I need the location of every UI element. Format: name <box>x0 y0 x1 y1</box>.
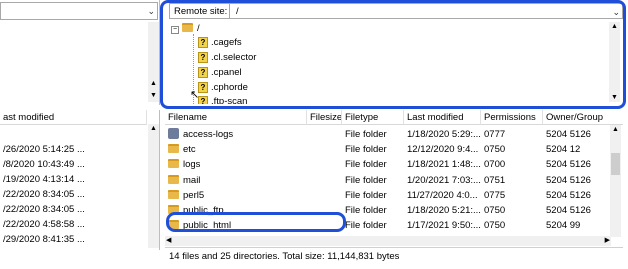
filename-label: access-logs <box>183 129 234 140</box>
filename-label: logs <box>183 159 201 171</box>
cell-perms: 0777 <box>484 129 506 140</box>
remote-list-scrollbar[interactable]: ▲ <box>610 125 621 237</box>
list-item[interactable]: /8/2020 10:43:49 ... <box>3 157 85 172</box>
cell-type: File folder <box>345 205 387 216</box>
list-item[interactable]: /19/2020 4:13:14 ... <box>3 172 85 187</box>
chevron-down-icon[interactable]: ⌄ <box>147 6 155 17</box>
table-row[interactable]: mail File folder 1/20/2021 7:03:... 0751 520… <box>165 173 610 188</box>
cell-perms: 0700 <box>484 159 506 171</box>
folder-icon <box>168 159 179 169</box>
local-tree-scrollbar[interactable]: ▲ ▼ <box>148 22 159 102</box>
column-owner-group[interactable]: Owner/Group <box>543 110 623 125</box>
column-filetype[interactable]: Filetype <box>342 110 404 125</box>
filename-label: perl5 <box>183 189 205 201</box>
folder-icon <box>168 189 179 199</box>
list-item[interactable]: /26/2020 5:14:25 ... <box>3 142 85 157</box>
column-filesize[interactable]: Filesize <box>307 110 342 125</box>
status-bar: 14 files and 25 directories. Total size:… <box>165 247 623 267</box>
column-permissions[interactable]: Permissions <box>481 110 543 125</box>
cell-owner: 5204 5126 <box>546 159 591 171</box>
remote-list-hscrollbar[interactable]: ◀ ▶ <box>165 236 611 246</box>
cell-owner: 5204 99 <box>546 220 581 232</box>
cell-filename: access-logs <box>168 127 306 142</box>
local-list-header: ast modified <box>0 110 147 125</box>
scroll-up-icon[interactable]: ▲ <box>150 80 157 87</box>
table-row[interactable]: access-logs File folder 1/18/2020 5:29:...… <box>165 127 610 142</box>
scroll-down-icon[interactable]: ▼ <box>150 92 157 99</box>
cell-owner: 5204 12 <box>546 144 581 156</box>
cell-perms: 0775 <box>484 189 506 201</box>
cell-modified: 1/20/2021 7:03:... <box>407 174 481 186</box>
cell-type: File folder <box>345 144 387 156</box>
cell-type: File folder <box>345 189 387 201</box>
list-item[interactable]: /22/2020 4:58:58 ... <box>3 217 85 232</box>
cell-perms: 0751 <box>484 174 506 186</box>
table-row[interactable]: perl5 File folder 11/27/2020 4:0... 0775 520… <box>165 188 610 203</box>
local-path-combo[interactable]: ⌄ <box>0 2 158 20</box>
scroll-left-icon[interactable]: ◀ <box>166 236 171 244</box>
column-last-modified[interactable]: ast modified <box>0 110 147 125</box>
column-filename[interactable]: Filename <box>165 110 307 125</box>
cell-type: File folder <box>345 129 387 140</box>
list-item[interactable]: /22/2020 8:34:05 ... <box>3 202 85 217</box>
cell-type: File folder <box>345 174 387 186</box>
cell-modified: 1/18/2021 1:48:... <box>407 159 481 171</box>
column-last-modified[interactable]: Last modified <box>404 110 481 125</box>
public-html-highlight <box>166 212 346 232</box>
cell-filename: logs <box>168 157 306 172</box>
cell-owner: 5204 5126 <box>546 174 591 186</box>
cell-perms: 0750 <box>484 220 506 232</box>
list-item[interactable]: /29/2020 8:41:35 ... <box>3 232 85 247</box>
cell-modified: 11/27/2020 4:0... <box>407 189 478 201</box>
cell-owner: 5204 5126 <box>546 129 591 140</box>
folder-icon <box>168 144 179 154</box>
cell-type: File folder <box>345 159 387 171</box>
scroll-up-icon[interactable]: ▲ <box>150 125 157 132</box>
list-item[interactable]: /22/2020 8:34:05 ... <box>3 187 85 202</box>
cell-owner: 5204 5126 <box>546 189 591 201</box>
filename-label: mail <box>183 174 201 186</box>
cell-filename: mail <box>168 173 306 188</box>
table-row[interactable]: etc File folder 12/12/2020 9:4... 0750 5204 … <box>165 142 610 157</box>
table-row[interactable]: logs File folder 1/18/2021 1:48:... 0700 520… <box>165 157 610 172</box>
cell-modified: 12/12/2020 9:4... <box>407 144 479 156</box>
remote-list-header: Filename Filesize Filetype Last modified… <box>165 110 623 125</box>
folder-icon <box>168 174 179 184</box>
cell-owner: 5204 5126 <box>546 205 591 216</box>
cell-type: File folder <box>345 220 387 232</box>
cell-modified: 1/17/2021 9:50:... <box>407 220 481 232</box>
local-file-list: ast modified /26/2020 5:14:25 ... /8/202… <box>0 110 160 250</box>
cell-modified: 1/18/2020 5:29:... <box>407 129 481 140</box>
scroll-thumb[interactable] <box>611 153 620 175</box>
scroll-right-icon[interactable]: ▶ <box>605 236 610 244</box>
scroll-up-icon[interactable]: ▲ <box>612 126 619 133</box>
link-folder-icon <box>168 127 179 139</box>
filename-label: etc <box>183 144 196 156</box>
remote-pane-highlight <box>160 0 626 109</box>
cell-filename: etc <box>168 142 306 157</box>
cell-filename: perl5 <box>168 188 306 203</box>
cell-modified: 1/18/2020 5:21:... <box>407 205 481 216</box>
local-list-scrollbar[interactable]: ▲ <box>148 124 159 248</box>
cell-perms: 0750 <box>484 205 506 216</box>
cell-perms: 0750 <box>484 144 506 156</box>
